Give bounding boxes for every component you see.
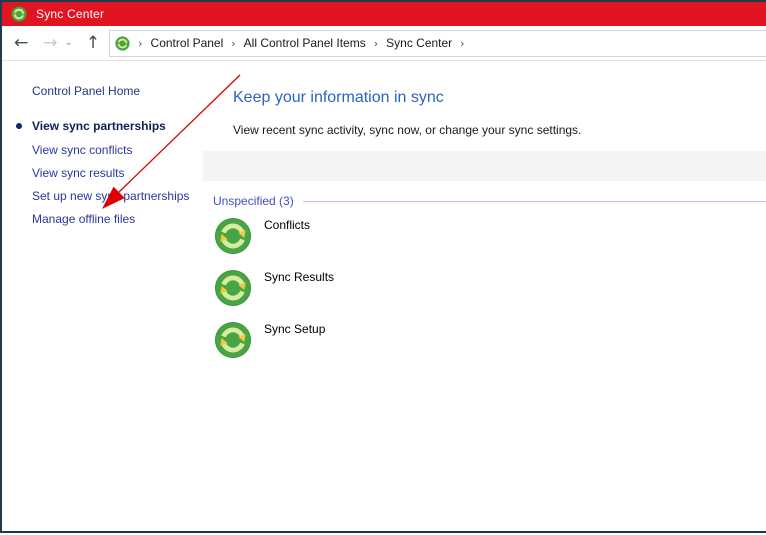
active-item-bullet-icon [16,123,22,129]
item-list: Conflicts Sync Results Sync Setup [214,217,334,373]
page-subtitle: View recent sync activity, sync now, or … [233,123,581,137]
address-bar[interactable]: › Control Panel › All Control Panel Item… [109,30,766,57]
content-panel: Keep your information in sync View recen… [203,62,766,531]
sidebar-item-view-sync-results[interactable]: View sync results [32,166,124,180]
toolbar-band [203,151,766,181]
window-title: Sync Center [36,7,104,21]
list-item-label: Sync Setup [264,322,325,336]
sidebar-item-manage-offline-files[interactable]: Manage offline files [32,212,135,226]
list-item-label: Conflicts [264,218,310,232]
up-button[interactable]: ↑ [86,35,100,52]
back-button[interactable]: ← [14,35,28,52]
titlebar[interactable]: Sync Center [2,2,766,26]
group-header: Unspecified (3) [213,194,766,208]
list-item-label: Sync Results [264,270,334,284]
breadcrumb-item-all-control-panel-items[interactable]: All Control Panel Items [244,36,366,50]
sidebar-item-view-sync-partnerships[interactable]: View sync partnerships [32,119,166,133]
main-area: Control Panel Home View sync partnership… [2,62,766,531]
address-sync-icon [115,36,130,51]
sync-center-window: Sync Center ← → ⌄ ↑ › Control Panel › Al… [0,0,766,533]
navigation-bar: ← → ⌄ ↑ › Control Panel › All Control Pa… [2,26,766,61]
sync-center-app-icon [11,6,27,22]
sync-icon [214,321,252,359]
list-item-conflicts[interactable]: Conflicts [214,217,334,255]
breadcrumb-chevron-icon[interactable]: › [366,37,386,50]
sidebar: Control Panel Home View sync partnership… [2,62,203,531]
group-label-unspecified[interactable]: Unspecified (3) [213,194,294,208]
list-item-sync-results[interactable]: Sync Results [214,269,334,307]
breadcrumb-item-sync-center[interactable]: Sync Center [386,36,452,50]
forward-button[interactable]: → [43,35,57,52]
sync-icon [214,269,252,307]
recent-pages-dropdown-icon[interactable]: ⌄ [65,38,73,48]
page-title: Keep your information in sync [233,89,444,107]
sidebar-item-view-sync-conflicts[interactable]: View sync conflicts [32,143,132,157]
sidebar-item-control-panel-home[interactable]: Control Panel Home [32,84,140,98]
breadcrumb-chevron-icon[interactable]: › [452,37,472,50]
breadcrumb-chevron-icon[interactable]: › [223,37,243,50]
list-item-sync-setup[interactable]: Sync Setup [214,321,334,359]
breadcrumb-chevron-icon[interactable]: › [130,37,150,50]
breadcrumb-item-control-panel[interactable]: Control Panel [151,36,224,50]
sync-icon [214,217,252,255]
sidebar-item-set-up-new-sync-partnerships[interactable]: Set up new sync partnerships [32,189,189,203]
group-rule [303,201,766,202]
